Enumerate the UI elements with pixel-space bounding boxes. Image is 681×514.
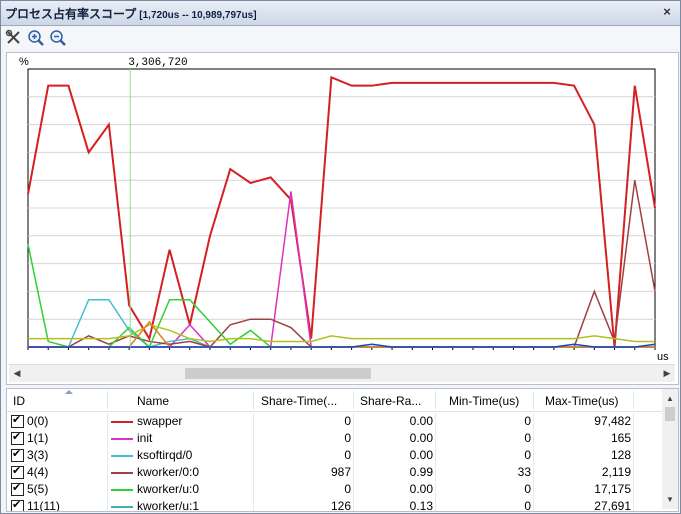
y-axis-label: %	[19, 56, 29, 68]
visibility-checkbox[interactable]	[11, 498, 24, 511]
window-title: プロセス占有率スコープ [1,720us -- 10,989,797us]	[5, 5, 257, 22]
cell-max-time: 27,691	[594, 499, 631, 512]
process-name: init	[137, 431, 153, 445]
cell-share-time: 0	[344, 482, 351, 496]
process-id: 11(11)	[27, 499, 60, 512]
table-row[interactable]: 11(11) kworker/u:1 126 0.13 0 27,691	[7, 498, 662, 512]
cell-share-rate: 0.99	[409, 465, 433, 479]
settings-button[interactable]	[5, 29, 23, 47]
color-swatch	[111, 438, 133, 440]
process-name: kworker/u:1	[137, 499, 200, 512]
process-id: 4(4)	[27, 465, 49, 479]
visibility-checkbox[interactable]	[11, 447, 24, 462]
table-header: ID Name Share-Time(... Share-Ra... Min-T…	[7, 389, 662, 412]
process-id: 5(5)	[27, 482, 49, 496]
table-row[interactable]: 1(1) init 0 0.00 0 165	[7, 430, 662, 447]
cell-share-rate: 0.13	[409, 499, 433, 512]
cell-max-time: 97,482	[594, 414, 631, 428]
color-swatch	[111, 506, 133, 508]
sort-ascending-icon	[65, 390, 73, 394]
cell-share-time: 0	[344, 414, 351, 428]
zoom-out-icon	[50, 30, 66, 46]
zoom-in-button[interactable]	[27, 29, 45, 47]
cell-max-time: 2,119	[601, 465, 631, 479]
column-header-share-time[interactable]: Share-Time(...	[261, 389, 353, 411]
cell-share-time: 0	[344, 431, 351, 445]
column-header-max-time[interactable]: Max-Time(us)	[545, 389, 635, 411]
process-id: 0(0)	[27, 414, 49, 428]
cell-share-rate: 0.00	[409, 448, 433, 462]
table-row[interactable]: 4(4) kworker/0:0 987 0.99 33 2,119	[7, 464, 662, 481]
column-header-min-time[interactable]: Min-Time(us)	[449, 389, 539, 411]
cell-min-time: 0	[524, 431, 531, 445]
cell-min-time: 33	[517, 465, 531, 479]
cell-share-time: 987	[330, 465, 351, 479]
column-header-id[interactable]: ID	[13, 389, 103, 411]
visibility-checkbox[interactable]	[11, 430, 24, 445]
process-name: ksoftirqd/0	[137, 448, 193, 462]
cell-max-time: 165	[610, 431, 631, 445]
process-id: 3(3)	[27, 448, 49, 462]
cell-min-time: 0	[524, 414, 531, 428]
horizontal-scroll-thumb[interactable]	[185, 368, 371, 379]
cell-min-time: 0	[524, 499, 531, 512]
cell-share-time: 126	[330, 499, 351, 512]
process-name: swapper	[137, 414, 183, 428]
settings-icon	[5, 29, 20, 44]
process-id: 1(1)	[27, 431, 49, 445]
time-cursor-label: 3,306,720	[128, 57, 187, 69]
horizontal-scrollbar[interactable]: ◀ ▶	[9, 364, 675, 382]
window-title-text: プロセス占有率スコープ	[5, 7, 137, 21]
table-row[interactable]: 0(0) swapper 0 0.00 0 97,482	[7, 413, 662, 430]
title-bar: プロセス占有率スコープ [1,720us -- 10,989,797us] ×	[1, 1, 680, 26]
close-button[interactable]: ×	[660, 5, 674, 19]
cell-min-time: 0	[524, 448, 531, 462]
cell-share-rate: 0.00	[409, 482, 433, 496]
scroll-down-icon[interactable]: ▼	[664, 494, 676, 506]
vertical-scroll-thumb[interactable]	[665, 407, 675, 421]
color-swatch	[111, 489, 133, 491]
cell-share-time: 0	[344, 448, 351, 462]
zoom-out-button[interactable]	[49, 29, 67, 47]
table-row[interactable]: 5(5) kworker/u:0 0 0.00 0 17,175	[7, 481, 662, 498]
scroll-left-icon[interactable]: ◀	[11, 367, 23, 380]
column-header-name[interactable]: Name	[137, 389, 247, 411]
x-axis-label: us	[657, 351, 669, 363]
process-table: ID Name Share-Time(... Share-Ra... Min-T…	[6, 388, 679, 512]
cell-max-time: 17,175	[594, 482, 631, 496]
color-swatch	[111, 455, 133, 457]
scroll-up-icon[interactable]: ▲	[664, 393, 676, 405]
scope-window: プロセス占有率スコープ[1,720us -- 10,989,797us] ×	[0, 0, 681, 514]
color-swatch	[111, 472, 133, 474]
process-name: kworker/0:0	[137, 465, 200, 479]
visibility-checkbox[interactable]	[11, 481, 24, 496]
vertical-scrollbar[interactable]: ▲ ▼	[662, 389, 678, 509]
toolbar	[1, 26, 680, 50]
time-range: [1,720us -- 10,989,797us]	[139, 10, 257, 21]
cell-min-time: 0	[524, 482, 531, 496]
table-row[interactable]: 3(3) ksoftirqd/0 0 0.00 0 128	[7, 447, 662, 464]
cell-share-rate: 0.00	[409, 414, 433, 428]
visibility-checkbox[interactable]	[11, 464, 24, 479]
color-swatch	[111, 421, 133, 423]
zoom-in-icon	[28, 30, 44, 46]
process-name: kworker/u:0	[137, 482, 200, 496]
column-header-share-rate[interactable]: Share-Ra...	[360, 389, 440, 411]
cell-max-time: 128	[610, 448, 631, 462]
scroll-right-icon[interactable]: ▶	[661, 367, 673, 380]
scope-chart-svg: % us 3,306,720	[19, 56, 669, 363]
cell-share-rate: 0.00	[409, 431, 433, 445]
visibility-checkbox[interactable]	[11, 413, 24, 428]
scope-chart[interactable]: % us 3,306,720 ◀ ▶	[6, 52, 679, 385]
